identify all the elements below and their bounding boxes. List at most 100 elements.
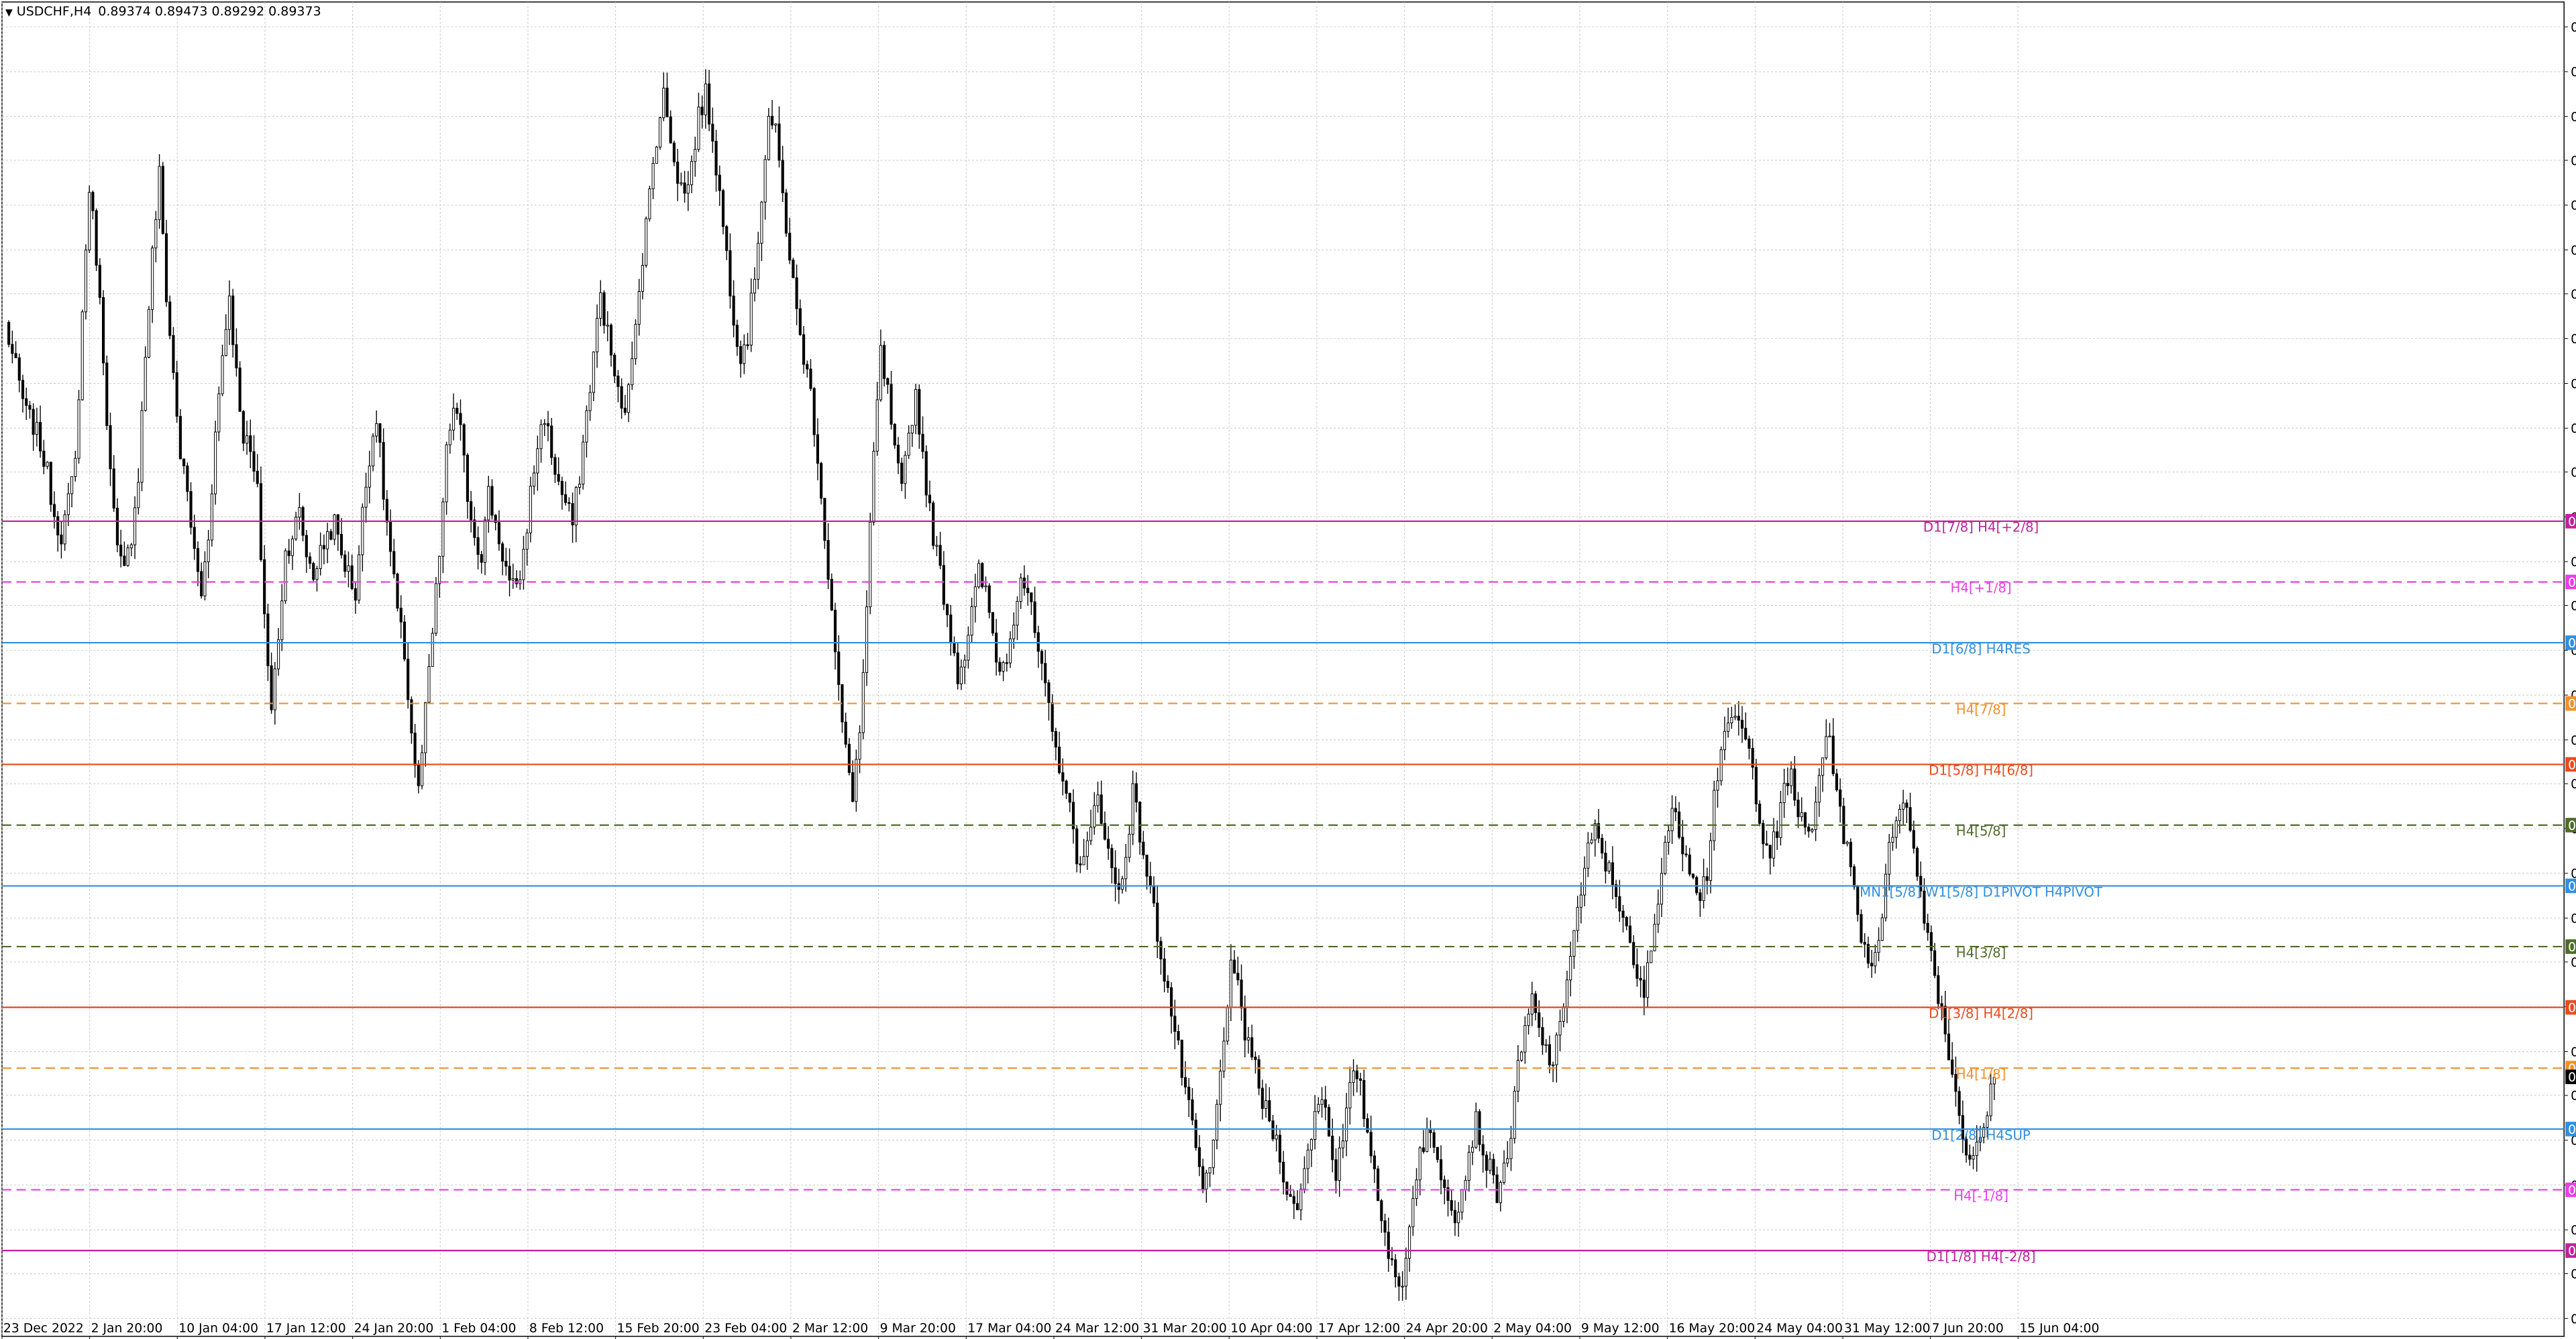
price-tick-label: 0.91740: [2571, 599, 2576, 613]
time-tick-label: 24 Apr 20:00: [1406, 1322, 1488, 1336]
level-price-tag-label: 0.91553: [2568, 637, 2576, 651]
candle: [981, 562, 984, 589]
price-tick-label: 0.89280: [2571, 1089, 2576, 1104]
menu-triangle-icon[interactable]: ▼: [5, 7, 13, 18]
price-tick-label: 0.88605: [2571, 1224, 2576, 1238]
time-tick-label: 24 Mar 12:00: [1055, 1322, 1139, 1336]
time-tick-label: 24 Jan 20:00: [354, 1322, 434, 1336]
time-tick-label: 2 Jan 20:00: [91, 1322, 163, 1336]
price-tick-label: 0.88160: [2571, 1312, 2576, 1326]
level-price-tag-label: 0.88806: [2568, 1184, 2576, 1198]
time-tick-label: 2 Mar 12:00: [792, 1322, 868, 1336]
price-tick-label: 0.89500: [2571, 1045, 2576, 1059]
price-tick-label: 0.89950: [2571, 956, 2576, 970]
time-tick-label: 16 May 20:00: [1669, 1322, 1756, 1336]
level-label: H4[-1/8]: [1953, 1188, 2008, 1203]
price-tick-label: 0.92410: [2571, 466, 2576, 480]
candle: [95, 208, 98, 271]
candle: [105, 356, 109, 430]
candle: [238, 361, 241, 412]
time-tick-label: 23 Feb 04:00: [704, 1322, 787, 1336]
candle: [672, 140, 676, 166]
candle: [1327, 1104, 1331, 1137]
candle: [312, 561, 315, 582]
candle: [1719, 746, 1723, 786]
candle: [582, 435, 585, 490]
price-tick-label: 0.88385: [2571, 1267, 2576, 1281]
time-tick-label: 15 Jun 04:00: [2019, 1322, 2099, 1336]
price-chart[interactable]: 0.94645 0.94420 0.94195 0.93975 0.93750 0.935…: [0, 0, 2576, 1339]
price-tick-label: 0.90845: [2571, 778, 2576, 792]
candle: [784, 189, 788, 237]
level-label: H4[5/8]: [1956, 824, 2006, 839]
candle: [88, 185, 91, 254]
price-tick-label: 0.93305: [2571, 288, 2576, 302]
chart-window[interactable]: 0.94645 0.94420 0.94195 0.93975 0.93750 0.935…: [0, 0, 2576, 1339]
candle: [932, 500, 935, 550]
candle: [1880, 913, 1884, 941]
time-tick-label: 7 Jun 20:00: [1932, 1322, 2004, 1336]
candle: [1860, 909, 1863, 945]
candle: [655, 146, 658, 164]
level-price-tag-label: 0.91248: [2568, 698, 2576, 712]
candle: [7, 320, 11, 347]
level-label: H4[+1/8]: [1951, 580, 2012, 596]
time-tick-label: 17 Jan 12:00: [266, 1322, 346, 1336]
level-price-tag-label: 0.90637: [2568, 819, 2576, 833]
candle: [1758, 800, 1762, 826]
candle: [402, 615, 407, 661]
candle: [168, 295, 172, 339]
candle: [991, 612, 994, 637]
time-tick-label: 31 Mar 20:00: [1143, 1322, 1227, 1336]
candle: [431, 627, 434, 667]
candle: [529, 476, 532, 543]
price-tick-label: 0.91960: [2571, 555, 2576, 570]
level-label: D1[3/8] H4[2/8]: [1929, 1006, 2033, 1021]
candle: [869, 513, 872, 614]
chart-background: [0, 0, 2576, 1339]
level-price-tag-label: 0.88501: [2568, 1244, 2576, 1258]
candle: [1915, 846, 1919, 881]
price-tick-label: 0.92630: [2571, 422, 2576, 436]
price-tick-label: 0.93750: [2571, 199, 2576, 213]
level-label: H4[1/8]: [1956, 1067, 2006, 1082]
candle: [792, 258, 795, 278]
time-tick-label: 23 Dec 2022: [3, 1322, 84, 1336]
chart-title: ▼ USDCHF,H4 0.89374 0.89473 0.89292 0.8937…: [5, 4, 321, 19]
candle: [434, 577, 438, 637]
level-price-tag-label: 0.92163: [2568, 515, 2576, 529]
candle: [648, 185, 651, 222]
candle: [84, 244, 88, 320]
price-tick-label: 0.92855: [2571, 377, 2576, 391]
candle: [1520, 1051, 1523, 1062]
candle: [214, 421, 217, 505]
price-tick-label: 0.94645: [2571, 21, 2576, 35]
time-tick-label: 8 Feb 12:00: [529, 1322, 604, 1336]
time-tick-label: 10 Apr 04:00: [1230, 1322, 1312, 1336]
candle: [634, 319, 637, 365]
price-tick-label: 0.93525: [2571, 244, 2576, 258]
time-tick-label: 9 May 12:00: [1581, 1322, 1660, 1336]
time-tick-label: 15 Feb 20:00: [617, 1322, 700, 1336]
level-price-tag-label: 0.90027: [2568, 941, 2576, 955]
level-label: H4[3/8]: [1956, 945, 2006, 961]
level-label: D1[6/8] H4RES: [1931, 641, 2030, 657]
candle: [893, 423, 896, 449]
candle: [977, 559, 981, 589]
candle: [1650, 950, 1653, 963]
candle: [98, 258, 101, 305]
candle: [658, 116, 662, 150]
candle: [49, 462, 52, 512]
price-tick-label: 0.93975: [2571, 154, 2576, 168]
time-tick-label: 10 Jan 04:00: [178, 1322, 258, 1336]
level-label: D1[2/8] H4SUP: [1931, 1128, 2031, 1143]
candle: [161, 162, 164, 235]
level-label: D1[7/8] H4[+2/8]: [1923, 520, 2039, 535]
price-tick-label: 0.93080: [2571, 333, 2576, 347]
time-tick-label: 1 Feb 04:00: [441, 1322, 516, 1336]
candle: [872, 442, 875, 526]
candle: [371, 433, 375, 472]
price-tick-label: 0.94420: [2571, 66, 2576, 80]
candle: [140, 401, 144, 492]
symbol-title: USDCHF,H4: [16, 4, 92, 19]
